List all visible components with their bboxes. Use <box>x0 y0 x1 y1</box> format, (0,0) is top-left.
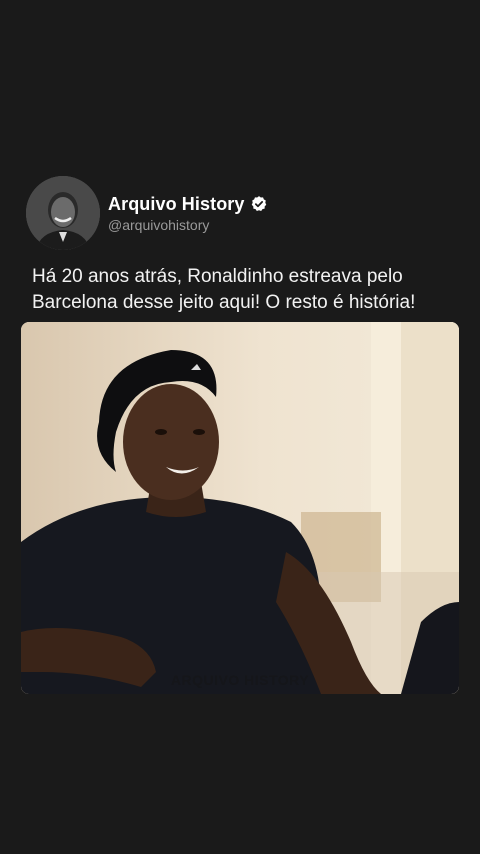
media-watermark: ARQUIVO HISTORY <box>170 672 310 688</box>
verified-badge-icon <box>250 195 268 213</box>
media-image <box>21 322 459 694</box>
avatar-image <box>26 176 100 250</box>
display-name[interactable]: Arquivo History <box>108 194 245 215</box>
post-media[interactable]: ARQUIVO HISTORY <box>21 322 459 694</box>
avatar[interactable] <box>26 176 100 250</box>
handle[interactable]: @arquivohistory <box>108 217 268 233</box>
post-text: Há 20 anos atrás, Ronaldinho estreava pe… <box>32 266 416 313</box>
post-header: Arquivo History @arquivohistory <box>26 176 268 250</box>
